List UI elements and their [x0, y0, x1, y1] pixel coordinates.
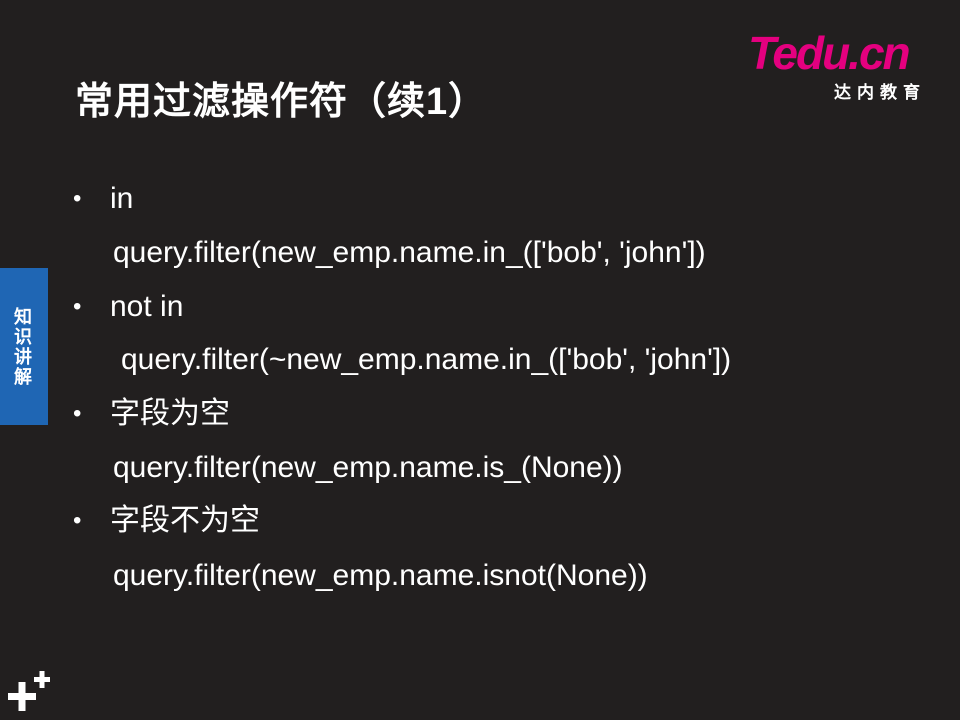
- code-line: query.filter(new_emp.name.is_(None)): [113, 451, 623, 484]
- bullet-dot-icon: •: [73, 293, 82, 320]
- section-tab: 知识讲解: [0, 268, 48, 425]
- bullet-dot-icon: •: [73, 507, 82, 534]
- bullet-item-is-null: • 字段为空: [73, 391, 230, 437]
- plus-plus-icon: [8, 671, 50, 711]
- code-line: query.filter(new_emp.name.isnot(None)): [113, 559, 648, 592]
- slide-title: 常用过滤操作符（续1）: [75, 81, 488, 123]
- logo-wordmark: Tedu.cn: [748, 27, 911, 79]
- bullet-label: in: [110, 182, 134, 215]
- bullet-label: 字段不为空: [110, 504, 260, 537]
- bullet-label: 字段为空: [110, 397, 230, 430]
- bullet-dot-icon: •: [73, 185, 82, 212]
- logo-letter-t: T: [748, 27, 774, 79]
- code-line: query.filter(~new_emp.name.in_(['bob', '…: [121, 343, 732, 376]
- bullet-dot-icon: •: [73, 400, 82, 427]
- bullet-label: not in: [110, 290, 184, 323]
- code-line: query.filter(new_emp.name.in_(['bob', 'j…: [113, 236, 706, 269]
- logo-domain: edu.cn: [772, 27, 910, 79]
- logo-subtitle: 达内教育: [834, 83, 926, 102]
- section-tab-label: 知识讲解: [12, 306, 32, 387]
- tedu-logo: Tedu.cn 达内教育: [748, 27, 928, 102]
- bullet-item-is-not-null: • 字段不为空: [73, 498, 260, 544]
- bullet-item-not-in: • not in: [73, 284, 183, 330]
- bullet-item-in: • in: [73, 176, 133, 222]
